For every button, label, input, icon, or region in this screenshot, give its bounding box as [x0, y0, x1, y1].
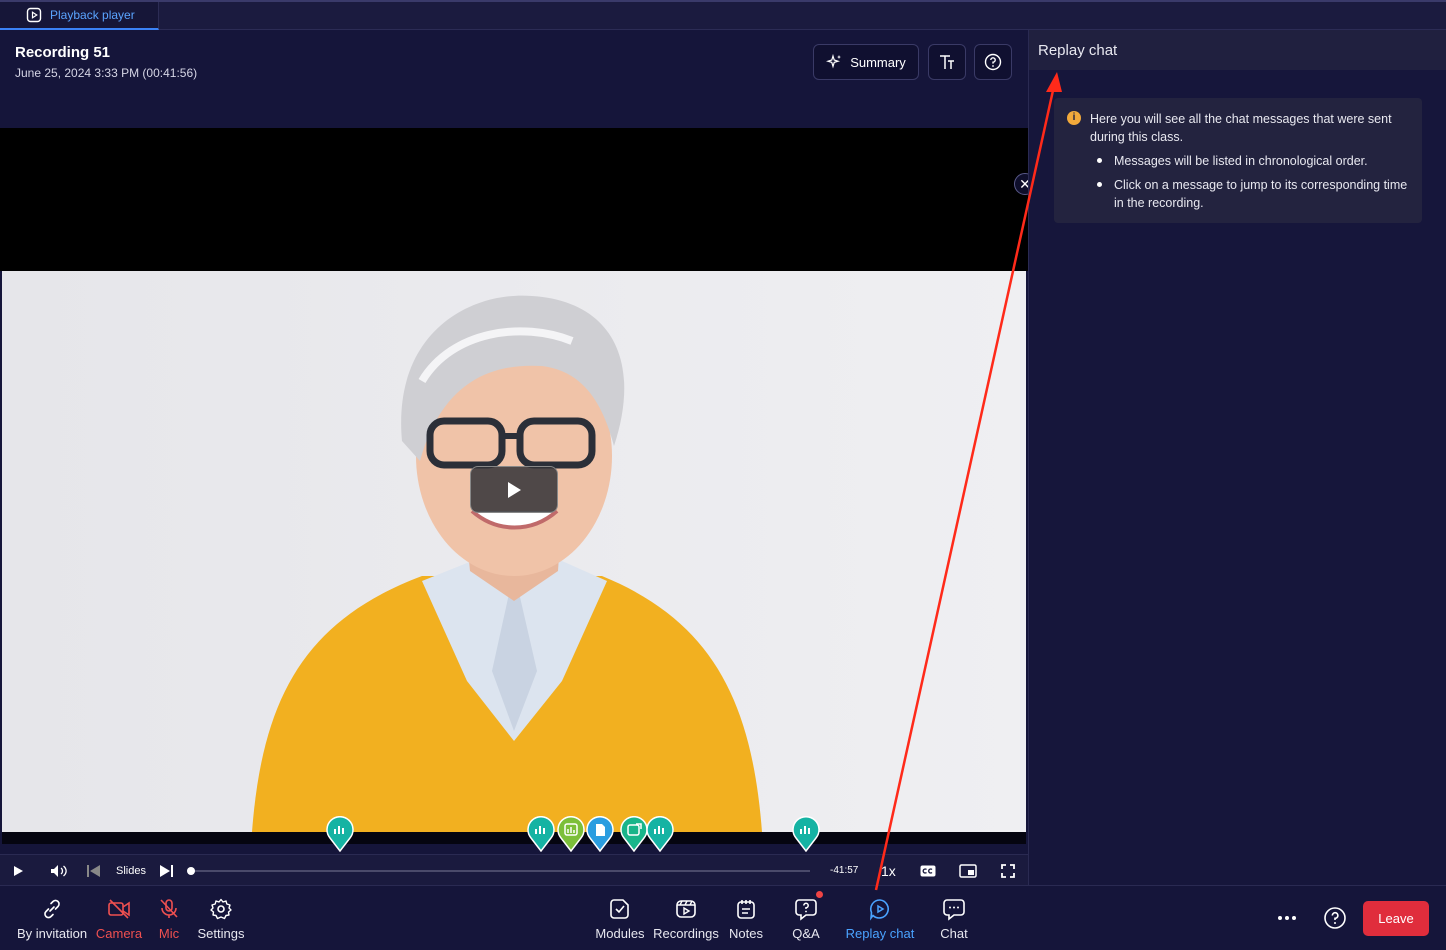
panel-title: Replay chat — [1029, 30, 1446, 70]
chat-button[interactable]: Chat — [934, 886, 974, 950]
play-icon — [508, 481, 521, 498]
poll-marker-icon[interactable] — [646, 816, 674, 852]
info-bullet: Click on a message to jump to its corres… — [1097, 176, 1414, 212]
info-bullet: Messages will be listed in chronological… — [1097, 152, 1414, 170]
fullscreen-button[interactable] — [1001, 855, 1015, 886]
link-icon — [44, 899, 60, 919]
bottom-toolbar: By invitation Camera Mic Settings Module… — [0, 885, 1446, 950]
info-icon: i — [1067, 111, 1081, 125]
video-letterbox-top — [0, 128, 1028, 271]
volume-button[interactable] — [50, 855, 68, 886]
qa-button[interactable]: Q&A — [786, 886, 826, 950]
captions-button[interactable] — [920, 855, 936, 886]
tab-bar: Playback player — [0, 0, 1446, 30]
text-size-button[interactable] — [928, 44, 966, 80]
picture-in-picture-icon — [959, 863, 977, 878]
recording-title: Recording 51 — [15, 44, 111, 61]
chat-bubble-icon — [943, 899, 965, 921]
by-invitation-label: By invitation — [16, 926, 88, 941]
play-overlay-button[interactable] — [470, 466, 558, 513]
notes-button[interactable]: Notes — [726, 886, 766, 950]
breakout-marker-icon[interactable] — [620, 816, 648, 852]
play-icon — [14, 865, 23, 876]
notes-label: Notes — [729, 926, 763, 941]
recording-date: June 25, 2024 3:33 PM (00:41:56) — [15, 66, 198, 80]
poll-marker-icon[interactable] — [326, 816, 354, 852]
recordings-icon — [676, 900, 696, 918]
skip-back-icon — [87, 864, 100, 877]
mic-label: Mic — [158, 926, 180, 941]
recordings-label: Recordings — [653, 926, 719, 941]
settings-button[interactable]: Settings — [194, 886, 248, 950]
volume-icon — [51, 864, 67, 877]
more-horizontal-icon — [1278, 916, 1296, 920]
question-bubble-icon — [795, 899, 817, 921]
skip-forward-icon — [160, 864, 173, 877]
mic-off-icon — [160, 899, 178, 918]
question-circle-icon — [1324, 907, 1346, 929]
time-remaining: -41:57 — [830, 865, 859, 876]
summary-button[interactable]: Summary — [813, 44, 919, 80]
qa-label: Q&A — [792, 926, 820, 941]
modules-button[interactable]: Modules — [594, 886, 646, 950]
help-toolbar-button[interactable] — [1320, 886, 1350, 950]
by-invitation-button[interactable]: By invitation — [12, 886, 92, 950]
notes-icon — [737, 900, 755, 919]
video-frame[interactable] — [2, 271, 1026, 832]
mic-button[interactable]: Mic — [152, 886, 186, 950]
quiz-marker-icon[interactable] — [557, 816, 585, 852]
help-button[interactable] — [974, 44, 1012, 80]
gear-icon — [210, 898, 232, 920]
play-square-icon — [26, 7, 42, 23]
more-options-button[interactable] — [1272, 886, 1302, 950]
poll-marker-icon[interactable] — [527, 816, 555, 852]
sparkle-icon — [826, 53, 842, 69]
settings-label: Settings — [197, 926, 245, 941]
picture-in-picture-button[interactable] — [959, 855, 977, 886]
camera-off-icon — [108, 899, 130, 919]
summary-label: Summary — [850, 54, 906, 70]
seek-handle[interactable] — [187, 867, 195, 875]
play-button[interactable] — [12, 855, 24, 886]
closed-captions-icon — [920, 865, 936, 876]
camera-button[interactable]: Camera — [94, 886, 144, 950]
modules-icon — [610, 899, 629, 919]
tab-playback-player[interactable]: Playback player — [0, 2, 159, 30]
document-marker-icon[interactable] — [586, 816, 614, 852]
chat-label: Chat — [940, 926, 968, 941]
question-circle-icon — [984, 53, 1002, 71]
next-slide-button[interactable] — [158, 855, 174, 886]
slides-label: Slides — [116, 864, 146, 877]
info-text: Here you will see all the chat messages … — [1090, 112, 1392, 144]
poll-marker-icon[interactable] — [792, 816, 820, 852]
tab-label: Playback player — [50, 8, 135, 22]
leave-button[interactable]: Leave — [1363, 901, 1429, 936]
seek-track[interactable] — [190, 870, 810, 872]
modules-label: Modules — [595, 926, 645, 941]
recordings-button[interactable]: Recordings — [650, 886, 722, 950]
notification-dot — [816, 891, 823, 898]
presenter-video-image — [2, 271, 1026, 832]
replay-chat-icon — [869, 899, 889, 921]
previous-slide-button[interactable] — [86, 855, 102, 886]
playback-speed-button[interactable]: 1x — [881, 855, 896, 886]
replay-chat-panel: Replay chat i Here you will see all the … — [1028, 30, 1446, 885]
player-controls: Slides -41:57 1x — [0, 854, 1028, 885]
camera-label: Camera — [95, 926, 143, 941]
video-letterbox-bottom — [2, 832, 1026, 844]
fullscreen-icon — [1001, 863, 1015, 878]
replay-chat-button[interactable]: Replay chat — [844, 886, 916, 950]
replay-chat-label: Replay chat — [845, 926, 915, 941]
recording-header: Recording 51 June 25, 2024 3:33 PM (00:4… — [0, 30, 1028, 128]
info-box: i Here you will see all the chat message… — [1054, 98, 1422, 223]
text-size-icon — [940, 55, 954, 69]
